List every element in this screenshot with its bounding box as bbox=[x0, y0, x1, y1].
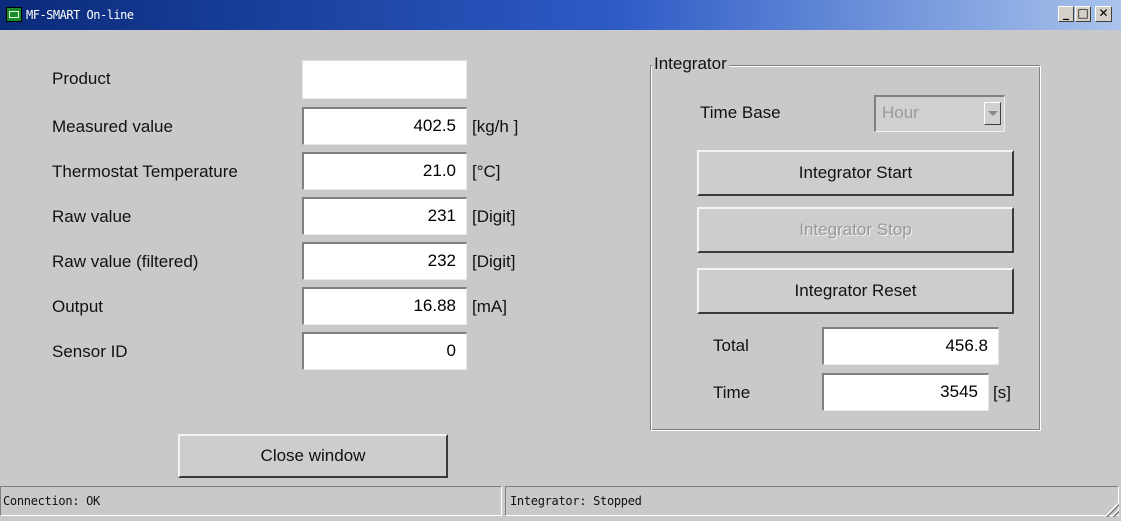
resize-grip-icon[interactable] bbox=[1105, 503, 1119, 517]
measured-value-field[interactable]: 402.5 bbox=[302, 107, 467, 145]
raw-value-unit: [Digit] bbox=[472, 207, 516, 226]
thermostat-temperature-label: Thermostat Temperature bbox=[52, 162, 238, 181]
time-base-label: Time Base bbox=[700, 103, 781, 122]
status-connection: Connection: OK bbox=[0, 486, 502, 516]
integrator-reset-button[interactable]: Integrator Reset bbox=[697, 268, 1014, 314]
status-integrator: Integrator: Stopped bbox=[505, 486, 1119, 516]
close-icon[interactable]: ✕ bbox=[1095, 6, 1112, 22]
window-title: MF-SMART On-line bbox=[26, 8, 134, 22]
title-bar[interactable]: MF-SMART On-line _ □ ✕ bbox=[0, 0, 1121, 30]
chevron-down-icon[interactable] bbox=[984, 102, 1001, 125]
app-icon bbox=[6, 7, 22, 22]
output-label: Output bbox=[52, 297, 104, 316]
raw-value-filtered-label: Raw value (filtered) bbox=[52, 252, 199, 271]
integrator-group-title: Integrator bbox=[652, 54, 729, 74]
time-base-select[interactable]: Hour bbox=[874, 95, 1005, 132]
close-window-button[interactable]: Close window bbox=[178, 434, 448, 478]
time-base-value: Hour bbox=[882, 103, 919, 122]
output-field[interactable]: 16.88 bbox=[302, 287, 467, 325]
maximize-button[interactable]: □ bbox=[1075, 6, 1091, 22]
raw-value-field[interactable]: 231 bbox=[302, 197, 467, 235]
output-unit: [mA] bbox=[472, 297, 507, 316]
thermostat-temperature-unit: [°C] bbox=[472, 162, 501, 181]
time-field[interactable]: 3545 bbox=[822, 373, 989, 411]
integrator-start-button[interactable]: Integrator Start bbox=[697, 150, 1014, 196]
time-unit: [s] bbox=[993, 383, 1011, 402]
integrator-stop-button[interactable]: Integrator Stop bbox=[697, 207, 1014, 253]
sensor-id-label: Sensor ID bbox=[52, 342, 128, 361]
total-field[interactable]: 456.8 bbox=[822, 327, 999, 365]
raw-value-filtered-unit: [Digit] bbox=[472, 252, 516, 271]
raw-value-label: Raw value bbox=[52, 207, 132, 226]
product-field[interactable] bbox=[302, 60, 467, 99]
total-label: Total bbox=[713, 336, 749, 355]
raw-value-filtered-field[interactable]: 232 bbox=[302, 242, 467, 280]
thermostat-temperature-field[interactable]: 21.0 bbox=[302, 152, 467, 190]
product-label: Product bbox=[52, 69, 111, 88]
measured-value-unit: [kg/h ] bbox=[472, 117, 519, 136]
sensor-id-field[interactable]: 0 bbox=[302, 332, 467, 370]
minimize-button[interactable]: _ bbox=[1058, 6, 1074, 22]
measured-value-label: Measured value bbox=[52, 117, 173, 136]
time-label: Time bbox=[713, 383, 751, 402]
mf-smart-window: MF-SMART On-line _ □ ✕ Product Measured … bbox=[0, 0, 1121, 521]
